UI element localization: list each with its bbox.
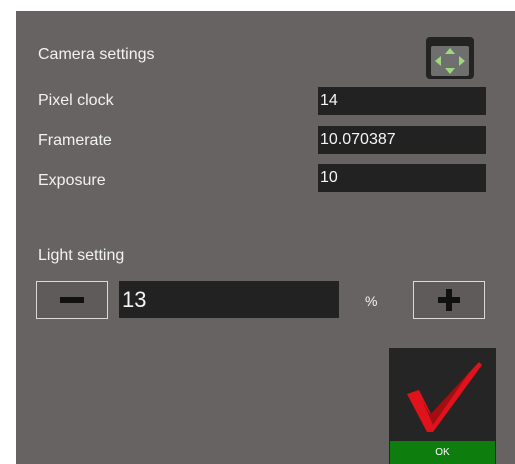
minus-icon bbox=[60, 297, 84, 303]
camera-settings-title: Camera settings bbox=[38, 46, 155, 63]
percent-unit-label: % bbox=[365, 293, 378, 309]
exposure-label: Exposure bbox=[38, 172, 106, 189]
camera-settings-panel: Camera settings Pixel clock Framerate Ex… bbox=[16, 11, 515, 464]
pixel-clock-input[interactable] bbox=[318, 87, 486, 115]
framerate-label: Framerate bbox=[38, 132, 112, 149]
move-arrows-icon bbox=[431, 46, 469, 76]
decrease-button[interactable] bbox=[36, 281, 108, 319]
plus-icon bbox=[438, 289, 460, 311]
light-value-input[interactable] bbox=[119, 281, 339, 318]
framerate-input[interactable] bbox=[318, 126, 486, 154]
pixel-clock-label: Pixel clock bbox=[38, 92, 114, 109]
move-button[interactable] bbox=[426, 37, 474, 79]
checkmark-icon bbox=[407, 362, 482, 432]
ok-label: OK bbox=[390, 441, 495, 464]
ok-button[interactable]: OK bbox=[389, 348, 496, 464]
exposure-input[interactable] bbox=[318, 164, 486, 192]
increase-button[interactable] bbox=[413, 281, 485, 319]
light-setting-title: Light setting bbox=[38, 247, 125, 264]
